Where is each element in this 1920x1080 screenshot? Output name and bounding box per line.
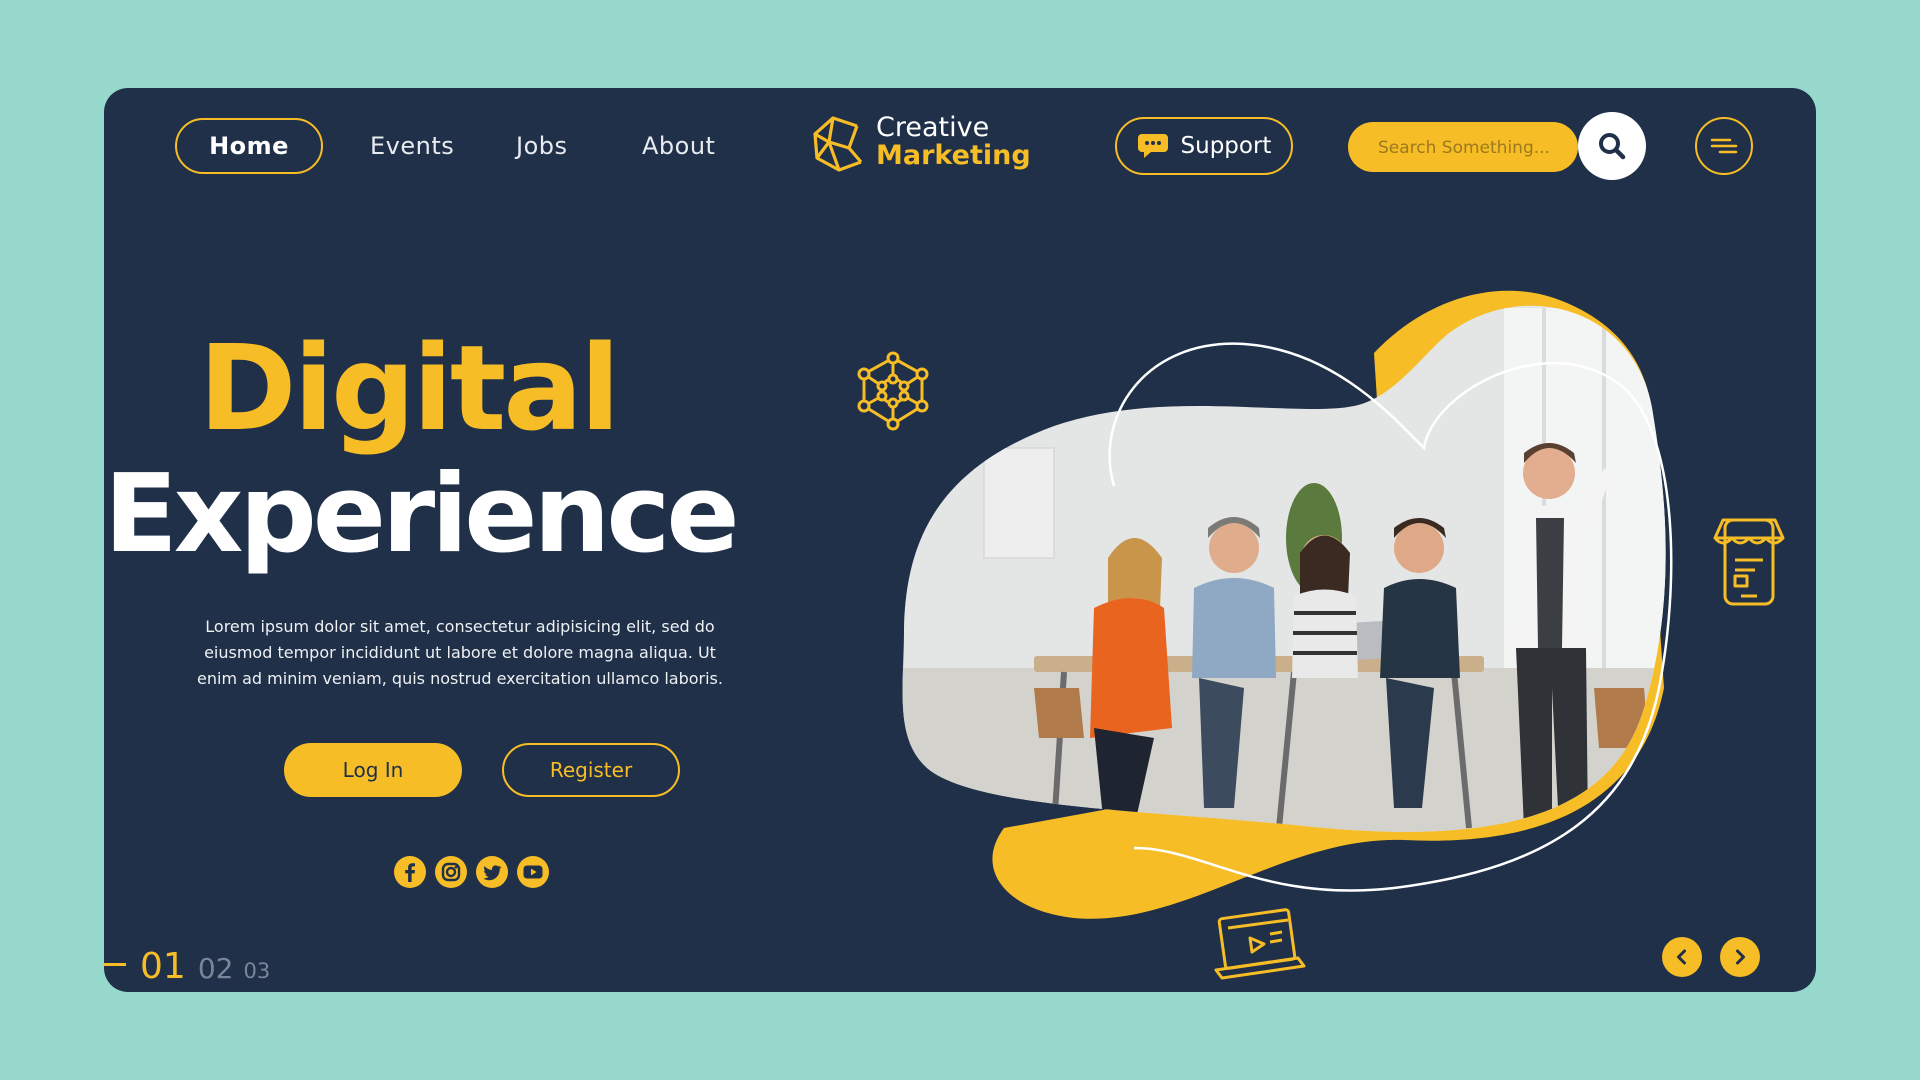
hero-image-group xyxy=(902,290,1673,919)
landing-card: Home Events Jobs About Creative Marketin… xyxy=(104,88,1816,992)
team-meeting-photo xyxy=(902,305,1666,832)
